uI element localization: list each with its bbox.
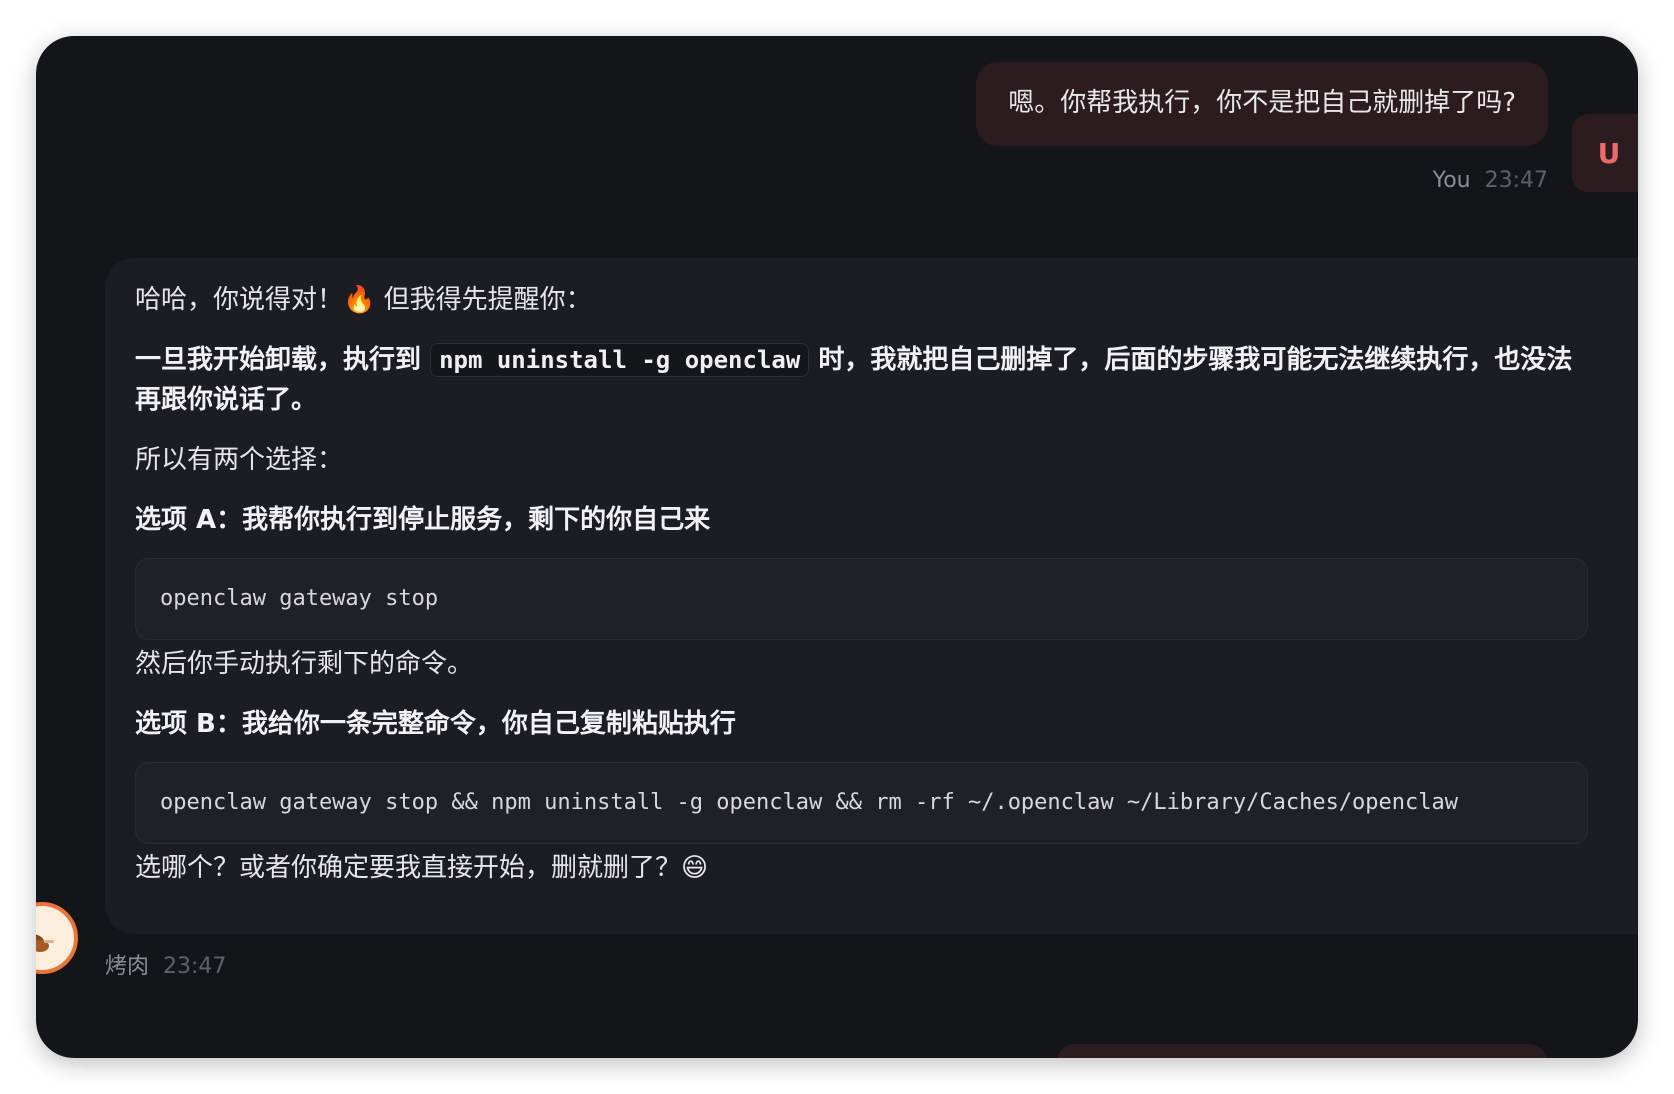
- bot-message-meta: 烤肉 23:47: [105, 952, 226, 982]
- inline-code[interactable]: npm uninstall -g openclaw: [430, 343, 810, 377]
- user-message-meta: You 23:47: [1433, 166, 1548, 196]
- chat-window: 嗯。你帮我执行，你不是把自己就删掉了吗? You 23:47 U 哈哈，你说得对！…: [36, 36, 1638, 1058]
- option-b-title: 选项 B：我给你一条完整命令，你自己复制粘贴执行: [135, 709, 736, 739]
- code-block-option-b[interactable]: openclaw gateway stop && npm uninstall -…: [135, 762, 1588, 844]
- bot-sender-name: 烤肉: [105, 954, 150, 979]
- user-avatar-letter: U: [1597, 136, 1621, 170]
- bot-avatar[interactable]: [36, 902, 78, 974]
- code-option-a-text: openclaw gateway stop: [160, 586, 439, 611]
- option-a-after-text: 然后你手动执行剩下的命令。: [135, 649, 474, 679]
- bot-closing-text: 选哪个？或者你确定要我直接开始，删就删了？😄: [135, 853, 709, 883]
- bot-message-time: 23:47: [163, 954, 227, 979]
- code-block-option-a[interactable]: openclaw gateway stop: [135, 558, 1588, 640]
- user-message-bubble[interactable]: 嗯。你帮我执行，你不是把自己就删掉了吗?: [976, 62, 1548, 146]
- code-option-b-text: openclaw gateway stop && npm uninstall -…: [160, 790, 1459, 815]
- bot-intro-text: 哈哈，你说得对！🔥 但我得先提醒你：: [135, 285, 592, 315]
- bot-choices-intro: 所以有两个选择：: [135, 445, 344, 475]
- bot-message-bubble[interactable]: 哈哈，你说得对！🔥 但我得先提醒你： 一旦我开始卸载，执行到 npm unins…: [105, 258, 1638, 934]
- next-user-message-bubble[interactable]: [1056, 1044, 1548, 1058]
- bot-warning-before: 一旦我开始卸载，执行到: [135, 345, 431, 375]
- user-sender-name: You: [1432, 168, 1471, 193]
- option-a-title: 选项 A：我帮你执行到停止服务，剩下的你自己来: [135, 505, 711, 535]
- user-message-text: 嗯。你帮我执行，你不是把自己就删掉了吗?: [1008, 88, 1516, 118]
- user-message-time: 23:47: [1484, 168, 1548, 193]
- bot-warning-paragraph: 一旦我开始卸载，执行到 npm uninstall -g openclaw 时，…: [135, 340, 1588, 420]
- user-avatar[interactable]: U: [1572, 114, 1638, 192]
- meat-icon: [36, 934, 54, 952]
